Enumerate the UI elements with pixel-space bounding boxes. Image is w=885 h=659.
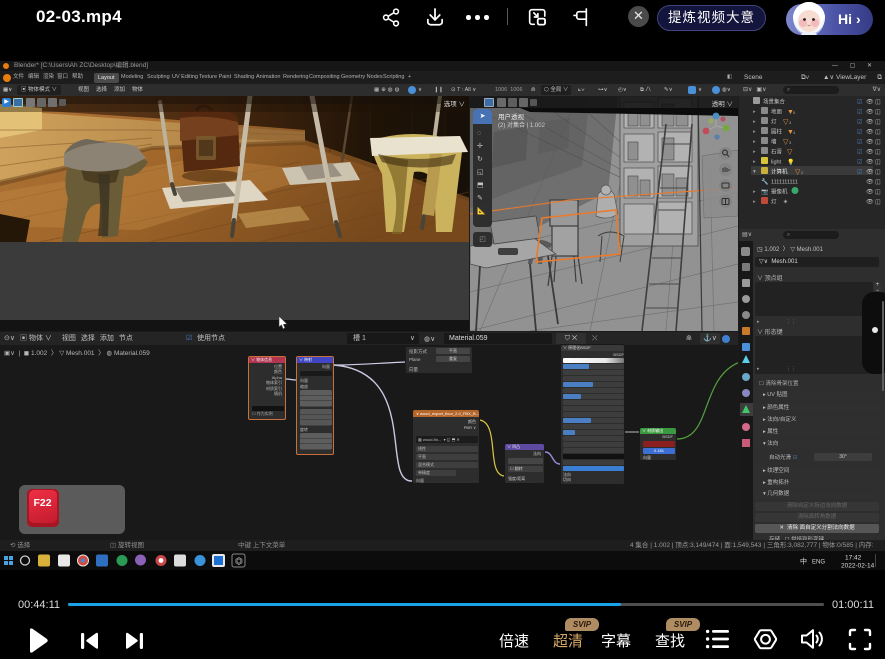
svg-text:☑: ☑ (857, 119, 862, 126)
svg-text:☑: ☑ (857, 149, 862, 156)
svg-text:☀: ☀ (783, 199, 788, 206)
svg-text:◫: ◫ (875, 120, 881, 126)
svg-text:◫: ◫ (875, 180, 881, 186)
svg-text:☑: ☑ (857, 169, 862, 176)
svg-text:☑: ☑ (857, 129, 862, 136)
svg-text:💡: 💡 (787, 158, 794, 166)
svg-text:👁: 👁 (866, 169, 874, 176)
svg-text:👁: 👁 (866, 179, 874, 186)
svg-text:摄像机: 摄像机 (771, 188, 788, 196)
svg-text:◫: ◫ (875, 110, 881, 116)
svg-text:👁: 👁 (866, 139, 874, 146)
svg-text:17:42: 17:42 (845, 555, 862, 562)
svg-text:◫: ◫ (875, 150, 881, 156)
svg-text:👁: 👁 (866, 109, 874, 116)
svg-text:计算机: 计算机 (771, 168, 788, 176)
svg-text:☑: ☑ (857, 109, 862, 116)
svg-text:👁: 👁 (866, 99, 874, 106)
svg-text:墙: 墙 (771, 138, 777, 146)
svg-text:▸: ▸ (753, 129, 756, 135)
svg-text:中: 中 (800, 557, 807, 566)
svg-text:3: 3 (789, 140, 792, 145)
svg-text:5: 5 (793, 110, 796, 115)
svg-text:☑: ☑ (857, 99, 862, 106)
svg-text:场景集合: 场景集合 (763, 98, 786, 106)
svg-text:👁: 👁 (866, 119, 874, 126)
svg-text:1111111111: 1111111111 (771, 180, 798, 186)
svg-text:▸: ▸ (753, 109, 756, 115)
svg-text:⏣: ⏣ (235, 556, 243, 566)
svg-text:▸: ▸ (753, 189, 756, 195)
svg-text:light: light (771, 160, 782, 166)
svg-text:石膏: 石膏 (771, 148, 783, 156)
svg-text:◫: ◫ (875, 160, 881, 166)
svg-text:圆柱: 圆柱 (771, 128, 783, 136)
svg-text:◫: ◫ (875, 200, 881, 206)
svg-text:▸: ▸ (753, 119, 756, 125)
svg-text:👁: 👁 (866, 159, 874, 166)
svg-text:灯: 灯 (771, 198, 777, 206)
svg-text:◫: ◫ (875, 100, 881, 106)
svg-text:◫: ◫ (875, 190, 881, 196)
svg-text:👁: 👁 (866, 149, 874, 156)
svg-text:地面: 地面 (771, 108, 783, 116)
svg-text:👁: 👁 (866, 199, 874, 206)
svg-text:2022-02-14: 2022-02-14 (841, 563, 875, 570)
svg-text:◫: ◫ (875, 130, 881, 136)
svg-text:▸: ▸ (753, 139, 756, 145)
svg-text:☑: ☑ (857, 159, 862, 166)
svg-text:3: 3 (789, 120, 792, 125)
svg-text:▸: ▸ (753, 149, 756, 155)
svg-text:📷: 📷 (761, 189, 769, 196)
svg-text:灯: 灯 (771, 118, 777, 126)
svg-text:👁: 👁 (866, 189, 874, 196)
svg-text:◫: ◫ (875, 170, 881, 176)
svg-text:ENG: ENG (812, 560, 825, 566)
svg-text:▽: ▽ (787, 149, 793, 156)
svg-text:☑: ☑ (857, 139, 862, 146)
svg-text:👁: 👁 (866, 129, 874, 136)
svg-text:▾: ▾ (753, 169, 756, 175)
svg-text:▸: ▸ (753, 199, 756, 205)
svg-text:▸: ▸ (753, 159, 756, 165)
svg-text:4: 4 (793, 130, 796, 135)
svg-text:◫: ◫ (875, 140, 881, 146)
svg-text:🔧: 🔧 (761, 178, 768, 186)
